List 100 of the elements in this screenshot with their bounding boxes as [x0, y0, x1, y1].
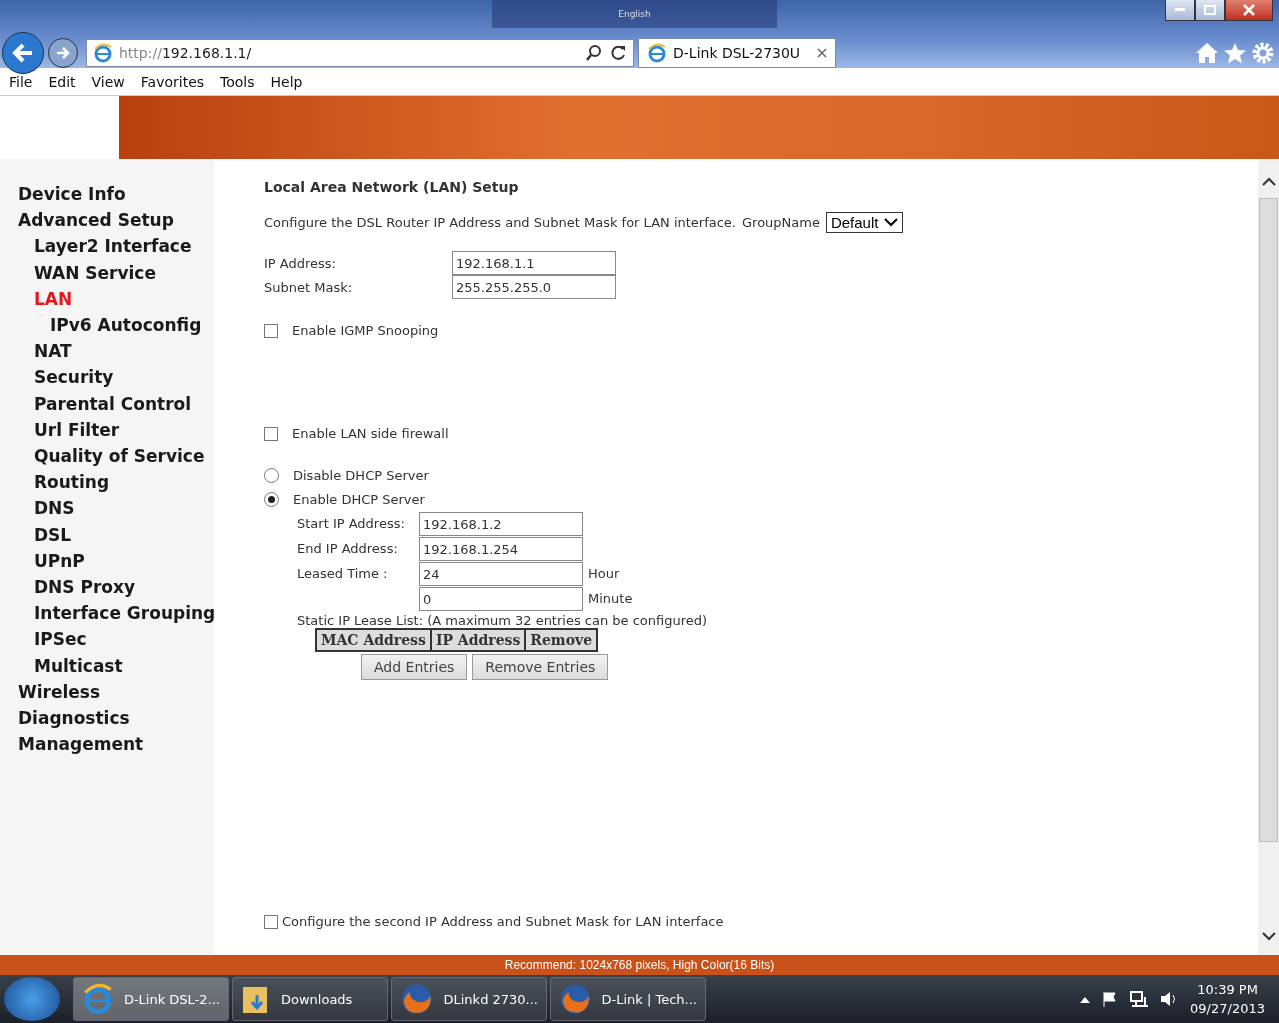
table-header: IP Address	[430, 629, 526, 651]
input-field[interactable]: 255.255.255.0	[452, 275, 616, 299]
browser-logo-icon	[93, 43, 113, 63]
network-icon[interactable]	[1130, 991, 1149, 1007]
input-field[interactable]: 192.168.1.1	[452, 251, 616, 275]
menu-item[interactable]: View	[82, 73, 132, 90]
caret-icon[interactable]	[1080, 995, 1091, 1003]
taskbar-button[interactable]: Downloads	[232, 977, 388, 1021]
status-bar: Recommend: 1024x768 pixels, High Color(16 Bits)	[0, 955, 1279, 975]
minimize-icon	[1175, 8, 1185, 12]
radio-button[interactable]	[264, 467, 279, 483]
table-header: Remove	[525, 629, 598, 651]
sidebar-link[interactable]: Diagnostics	[18, 705, 214, 732]
lease-list-note: Static IP Lease List: (A maximum 32 entries can be configured)	[297, 613, 709, 628]
settings-icon[interactable]	[1251, 41, 1275, 65]
checkbox-label: Enable LAN side firewall	[292, 426, 449, 441]
sidebar-link[interactable]: Quality of Service	[34, 443, 214, 470]
sidebar-link[interactable]: UPnP	[34, 547, 214, 575]
input-field[interactable]: 24	[419, 562, 583, 586]
radio-button[interactable]	[264, 491, 279, 507]
scrollbar[interactable]	[1258, 159, 1279, 955]
menu-item[interactable]: File	[0, 73, 40, 90]
field-label: Subnet Mask:	[264, 279, 354, 295]
menu-item[interactable]: Tools	[211, 73, 262, 90]
scroll-down-icon[interactable]	[1261, 932, 1276, 941]
clock[interactable]: 10:39 PM 09/27/2013	[1190, 980, 1265, 1018]
sidebar-link[interactable]: NAT	[34, 338, 214, 365]
checkbox[interactable]	[264, 914, 278, 929]
scroll-thumb[interactable]	[1259, 198, 1278, 842]
sidebar-link[interactable]: LAN	[34, 285, 214, 312]
close-icon[interactable]	[817, 48, 827, 58]
minimize-button[interactable]	[1165, 0, 1195, 21]
table-header: MAC Address	[316, 629, 431, 651]
group-label: GroupName	[742, 215, 820, 230]
taskbar-button[interactable]: D-Link DSL-2...	[73, 977, 229, 1021]
fox-globe-icon	[559, 982, 592, 1016]
search-icon[interactable]	[585, 44, 603, 62]
entries-button[interactable]: Remove Entries	[472, 654, 609, 680]
language-label: English	[618, 9, 651, 19]
close-icon	[1243, 4, 1255, 16]
sidebar-link[interactable]: Wireless	[18, 678, 214, 706]
checkbox[interactable]	[264, 426, 278, 441]
start-button[interactable]	[4, 977, 60, 1021]
sidebar-link[interactable]: IPv6 Autoconfig	[50, 312, 214, 339]
maximize-button[interactable]	[1195, 0, 1225, 21]
input-field[interactable]: 192.168.1.2	[419, 512, 583, 536]
sidebar-link[interactable]: DNS	[34, 495, 214, 522]
menu-item[interactable]: Edit	[39, 73, 83, 90]
checkbox[interactable]	[264, 323, 278, 338]
unit-label: Hour	[587, 566, 621, 581]
left-arrow-icon	[12, 43, 34, 63]
sidebar-link[interactable]: Layer2 Interface	[34, 233, 214, 260]
sidebar-link[interactable]: IPSec	[34, 626, 214, 653]
sidebar-link[interactable]: Parental Control	[34, 390, 214, 417]
taskbar-button[interactable]: D-Link | Tech...	[550, 977, 706, 1021]
home-icon[interactable]	[1195, 42, 1219, 64]
maximize-icon	[1204, 5, 1216, 15]
radio-label: Enable DHCP Server	[293, 491, 425, 507]
input-field[interactable]: 192.168.1.254	[419, 537, 583, 561]
unit-label: Minute	[587, 591, 634, 606]
star-icon[interactable]	[1223, 42, 1247, 64]
sidebar-link[interactable]: Security	[34, 364, 214, 391]
sidebar-link[interactable]: Url Filter	[34, 416, 214, 444]
group-dropdown[interactable]: Default	[825, 212, 904, 233]
field-label: End IP Address:	[297, 541, 399, 556]
address-field[interactable]: http://192.168.1.1/	[86, 39, 634, 67]
field-label: Start IP Address:	[297, 516, 406, 531]
description-text: Configure the DSL Router IP Address and Subnet Mask for LAN interface.	[264, 215, 736, 230]
scroll-up-icon[interactable]	[1261, 177, 1276, 186]
menu-item[interactable]: Help	[261, 73, 310, 90]
flag-icon[interactable]	[1102, 991, 1119, 1007]
field-label: Leased Time :	[297, 566, 389, 581]
back-button[interactable]	[2, 32, 44, 74]
sidebar-link[interactable]: Interface Grouping	[34, 600, 214, 627]
page-title: Local Area Network (LAN) Setup	[264, 179, 520, 195]
menu-item[interactable]: Favorites	[131, 73, 212, 90]
sidebar-link[interactable]: Advanced Setup	[18, 207, 214, 234]
browser-logo-icon	[647, 43, 667, 63]
sidebar-link[interactable]: WAN Service	[34, 259, 214, 286]
sidebar-link[interactable]: Management	[18, 731, 214, 758]
field-label: IP Address:	[264, 255, 337, 271]
sidebar-link[interactable]: Multicast	[34, 652, 214, 679]
input-field[interactable]: 0	[419, 587, 583, 611]
forward-button[interactable]	[48, 38, 78, 68]
sidebar-link[interactable]: Routing	[34, 469, 214, 496]
sidebar-link[interactable]: DSL	[34, 521, 214, 548]
checkbox-label: Configure the second IP Address and Subnet Mask for LAN interface	[282, 914, 724, 929]
radio-label: Disable DHCP Server	[293, 467, 429, 483]
refresh-icon[interactable]	[609, 44, 627, 62]
close-button[interactable]	[1225, 0, 1273, 21]
browser-tab[interactable]: D-Link DSL-2730U	[638, 38, 836, 68]
chevron-down-icon	[884, 218, 899, 227]
checkbox-label: Enable IGMP Snooping	[292, 323, 439, 338]
taskbar-button[interactable]: DLinkd 2730...	[391, 977, 547, 1021]
browser-logo-icon	[82, 982, 114, 1016]
entries-button[interactable]: Add Entries	[361, 654, 468, 680]
right-arrow-icon	[56, 46, 70, 60]
sidebar-link[interactable]: DNS Proxy	[34, 574, 214, 601]
sidebar-link[interactable]: Device Info	[18, 181, 214, 208]
fox-globe-icon	[400, 982, 434, 1016]
